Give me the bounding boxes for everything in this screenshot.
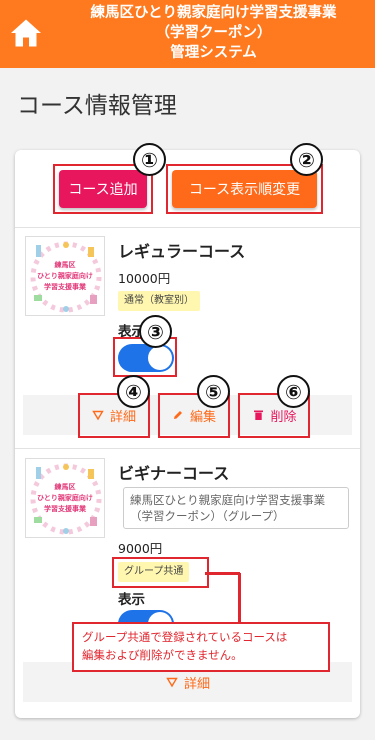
thumbnail-text-line: ひとり親家庭向け xyxy=(37,494,93,502)
thumbnail-text-line: 練馬区 xyxy=(54,483,76,491)
thumbnail-text-line: 学習支援事業 xyxy=(44,505,86,513)
marker-5: ⑤ xyxy=(197,375,230,408)
notice-line: 編集および削除ができません。 xyxy=(82,648,243,662)
home-icon[interactable] xyxy=(8,15,44,51)
course-thumbnail: 練馬区 ひとり親家庭向け 学習支援事業 xyxy=(25,236,105,316)
annotation-connector xyxy=(205,572,240,575)
course-name: レギュラーコース xyxy=(118,242,246,261)
marker-3: ③ xyxy=(139,315,172,348)
course-price: 10000円 xyxy=(118,271,171,286)
course-thumbnail: 練馬区 ひとり親家庭向け 学習支援事業 xyxy=(25,458,105,538)
thumbnail-text-line: 練馬区 xyxy=(54,261,76,269)
divider xyxy=(15,227,360,228)
visibility-label: 表示 xyxy=(118,592,145,608)
thumbnail-text-line: 学習支援事業 xyxy=(44,283,86,291)
marker-6: ⑥ xyxy=(277,375,310,408)
course-name: ビギナーコース xyxy=(118,464,230,483)
marker-2: ② xyxy=(290,143,323,176)
marker-4: ④ xyxy=(117,375,150,408)
notice-line: グループ共通で登録されているコースは xyxy=(82,630,288,644)
app-title-line1: 練馬区ひとり親家庭向け学習支援事業 xyxy=(90,5,337,21)
marker-1: ① xyxy=(133,143,166,176)
course-description: 練馬区ひとり親家庭向け学習支援事業（学習クーポン）（グループ） xyxy=(123,487,349,529)
thumbnail-text: 練馬区 ひとり親家庭向け 学習支援事業 xyxy=(26,260,104,293)
detail-label: 詳細 xyxy=(183,676,210,692)
annotation-notice: グループ共通で登録されているコースは 編集および削除ができません。 xyxy=(72,622,330,672)
app-header: 練馬区ひとり親家庭向け学習支援事業 （学習クーポン） 管理システム xyxy=(0,0,375,68)
course-type-badge: 通常（教室別） xyxy=(118,291,200,311)
page-title: コース情報管理 xyxy=(17,93,177,119)
triangle-down-icon xyxy=(166,677,178,688)
app-title-line3: 管理システム xyxy=(170,45,257,61)
app-title-line2: （学習クーポン） xyxy=(155,25,272,41)
app-title: 練馬区ひとり親家庭向け学習支援事業 （学習クーポン） 管理システム xyxy=(52,3,375,63)
annotation-connector xyxy=(238,573,241,623)
annotation-box-group xyxy=(112,557,209,588)
thumbnail-text: 練馬区 ひとり親家庭向け 学習支援事業 xyxy=(26,482,104,515)
divider xyxy=(15,448,360,449)
thumbnail-text-line: ひとり親家庭向け xyxy=(37,272,93,280)
course-price: 9000円 xyxy=(118,541,163,556)
